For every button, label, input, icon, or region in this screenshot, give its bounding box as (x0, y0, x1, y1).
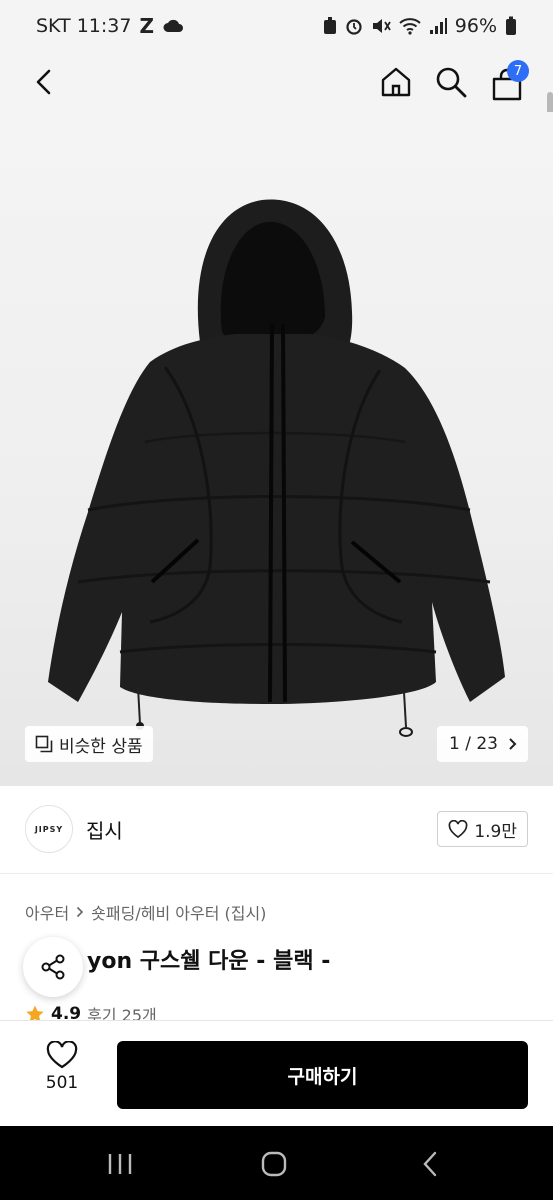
notification-z-icon: Z (139, 14, 154, 38)
chevron-right-icon (509, 738, 517, 750)
image-pager-text: 1 / 23 (449, 734, 498, 754)
similar-products-button[interactable]: 비슷한 상품 (25, 726, 153, 762)
copy-squares-icon (35, 735, 53, 753)
product-jacket-image (48, 199, 505, 737)
home-icon (381, 67, 411, 97)
back-chevron-icon (423, 1151, 437, 1177)
brand-like-count: 1.9만 (474, 821, 517, 842)
bottom-purchase-bar: 501 구매하기 (0, 1020, 553, 1126)
buy-button[interactable]: 구매하기 (117, 1041, 528, 1109)
breadcrumb-level2[interactable]: 숏패딩/헤비 아우터 (집시) (91, 900, 266, 924)
buy-button-label: 구매하기 (287, 1065, 358, 1088)
brand-logo-text: JIPSY (34, 824, 64, 834)
cloud-icon (163, 19, 183, 32)
back-arrow-icon (36, 69, 51, 95)
share-button[interactable] (23, 937, 83, 997)
mute-icon (372, 19, 391, 33)
brand-logo[interactable]: JIPSY (25, 805, 73, 853)
similar-products-label: 비슷한 상품 (59, 736, 143, 757)
wifi-icon (399, 18, 421, 35)
cart-count-badge: 7 (507, 60, 529, 82)
search-button[interactable] (429, 60, 473, 104)
brand-row: JIPSY 집시 1.9만 (0, 786, 553, 874)
top-nav: 7 (0, 52, 553, 168)
status-left: SKT 11:37 Z (36, 14, 184, 38)
product-image-carousel[interactable]: 비슷한 상품 1 / 23 (0, 112, 553, 786)
home-circle-icon (261, 1151, 287, 1177)
image-pager-button[interactable]: 1 / 23 (437, 726, 528, 762)
breadcrumb-level1[interactable]: 아우터 (25, 900, 69, 924)
signal-icon (429, 18, 447, 34)
recent-apps-button[interactable] (102, 1146, 138, 1182)
heart-outline-icon (448, 820, 468, 838)
alarm-icon (346, 19, 362, 35)
battery-percent: 96% (454, 15, 497, 37)
brand-like-button[interactable]: 1.9만 (437, 811, 528, 847)
share-icon (41, 954, 65, 980)
wishlist-count: 501 (45, 1073, 79, 1093)
search-icon (436, 67, 467, 98)
cart-button[interactable]: 7 (485, 60, 529, 104)
battery-icon (506, 16, 516, 35)
back-button[interactable] (22, 60, 66, 104)
product-title-text: yon 구스쉘 다운 - 블랙 - (87, 949, 331, 974)
chevron-right-icon (77, 906, 84, 918)
back-system-button[interactable] (412, 1146, 448, 1182)
status-bar: SKT 11:37 Z 96% (0, 0, 553, 52)
battery-saver-icon (323, 17, 336, 34)
home-button[interactable] (374, 60, 418, 104)
recent-apps-icon (108, 1154, 132, 1174)
heart-outline-icon (46, 1041, 78, 1069)
carrier-time: SKT 11:37 (36, 15, 132, 37)
status-right: 96% (323, 15, 517, 37)
home-system-button[interactable] (256, 1146, 292, 1182)
system-navigation-bar (0, 1126, 553, 1200)
wishlist-button[interactable]: 501 (36, 1041, 88, 1093)
brand-name[interactable]: 집시 (86, 815, 123, 844)
breadcrumb: 아우터 숏패딩/헤비 아우터 (집시) (25, 900, 266, 924)
